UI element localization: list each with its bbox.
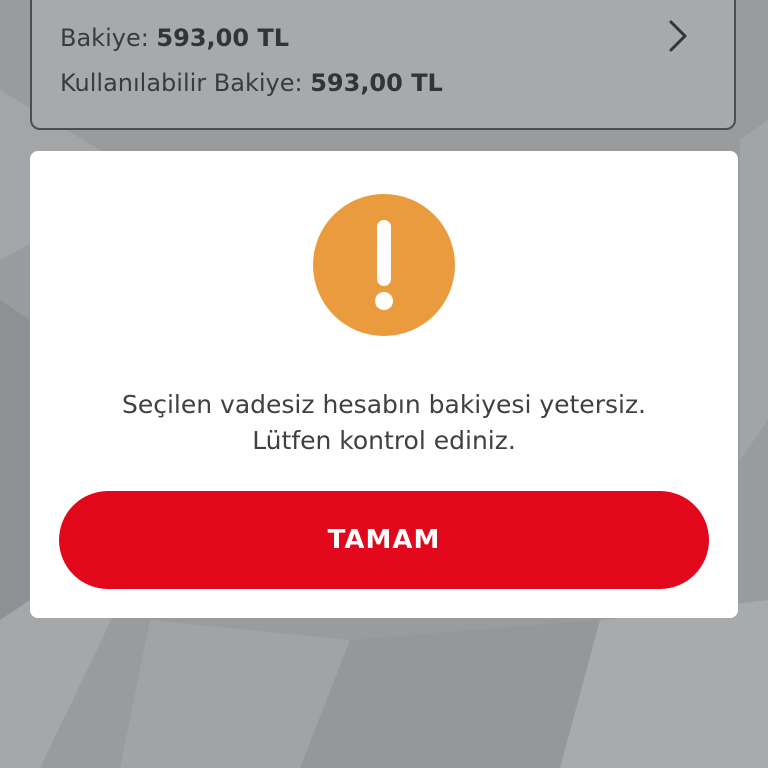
dialog-message: Seçilen vadesiz hesabın bakiyesi yetersi… [30, 387, 738, 459]
dialog-message-line1: Seçilen vadesiz hesabın bakiyesi yetersi… [121, 390, 647, 419]
balance-value: 593,00 TL [156, 24, 290, 52]
available-balance-label: Kullanılabilir Bakiye: [60, 69, 311, 97]
available-balance-line: Kullanılabilir Bakiye: 593,00 TL [60, 69, 443, 97]
dialog-message-line2: Lütfen kontrol ediniz. [252, 426, 516, 455]
warning-icon [313, 194, 455, 336]
balance-label: Bakiye: [60, 24, 157, 52]
alert-dialog: Seçilen vadesiz hesabın bakiyesi yetersi… [30, 151, 738, 618]
available-balance-value: 593,00 TL [310, 69, 443, 97]
screen: Bakiye: 593,00 TL Kullanılabilir Bakiye:… [0, 0, 768, 768]
exclamation-dot [375, 292, 393, 310]
chevron-right-icon[interactable] [666, 16, 690, 56]
ok-button[interactable]: TAMAM [59, 491, 709, 589]
balance-line: Bakiye: 593,00 TL [60, 24, 289, 52]
balance-card[interactable]: Bakiye: 593,00 TL Kullanılabilir Bakiye:… [30, 0, 736, 130]
exclamation-bar [377, 220, 391, 286]
